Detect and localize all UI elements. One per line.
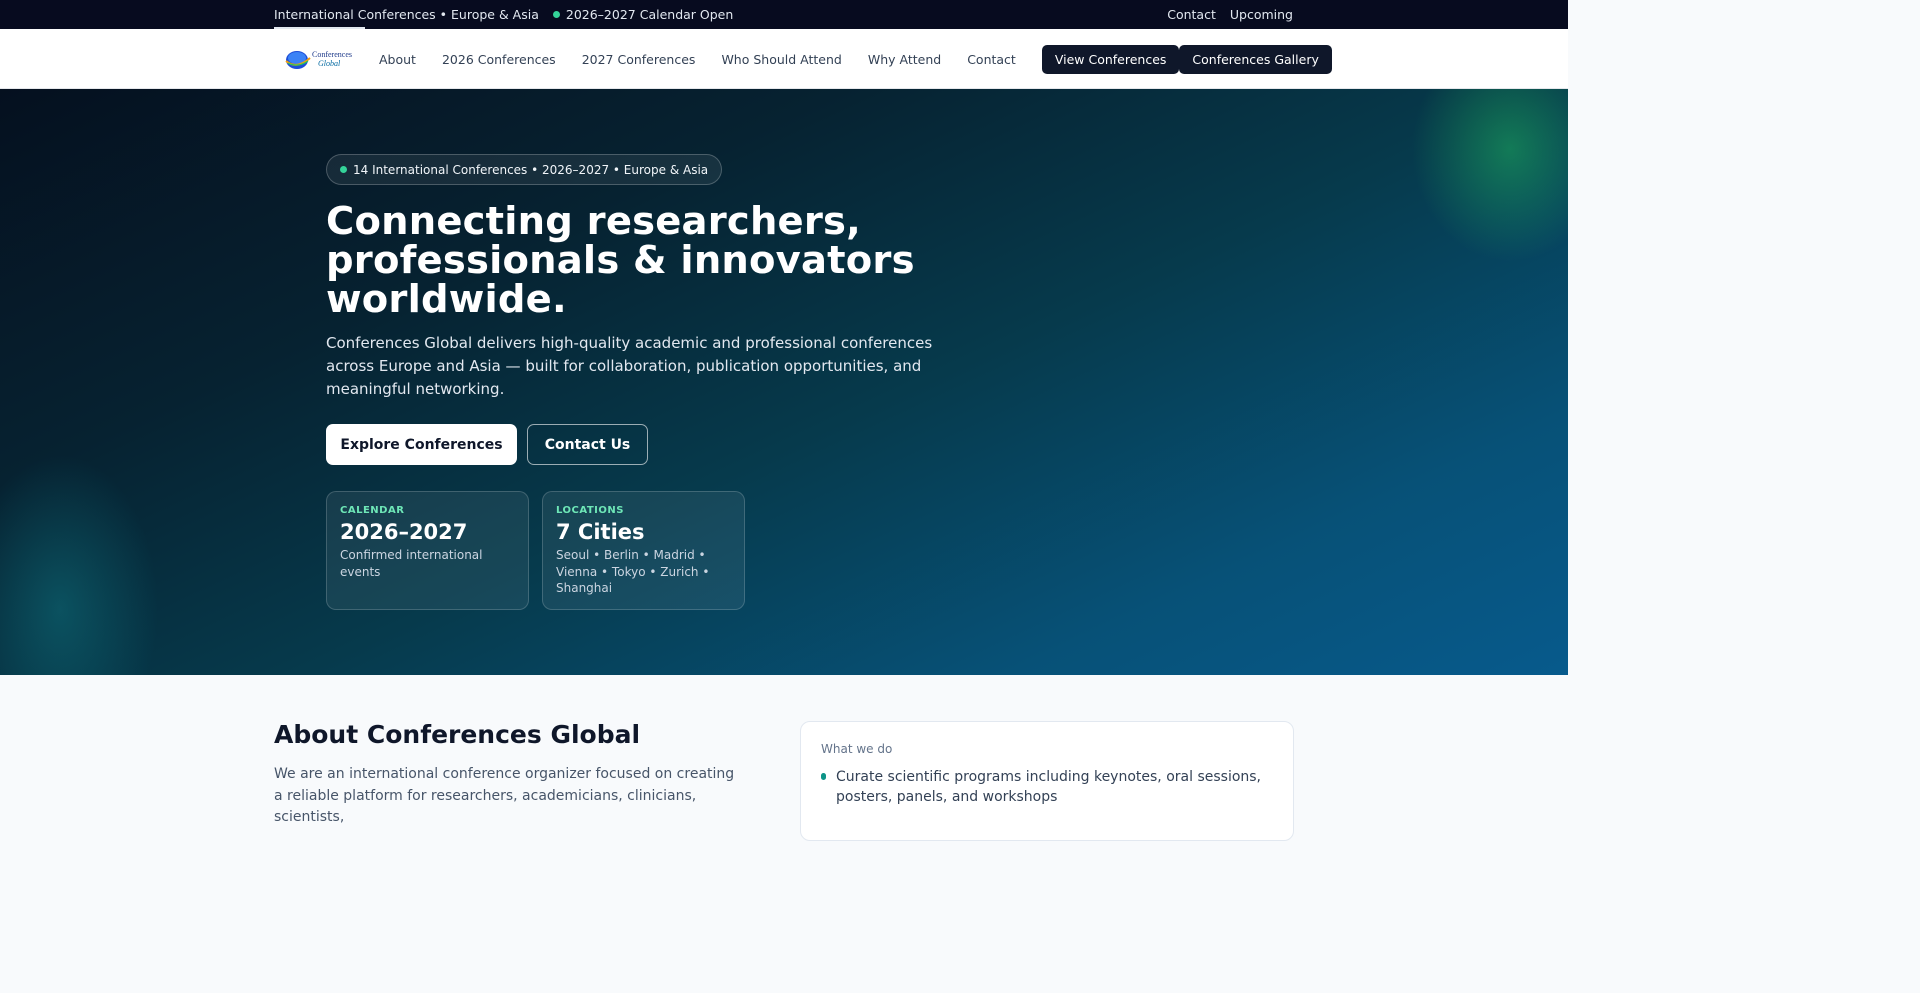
calendar-status: 2026–2027 Calendar Open [552, 7, 734, 22]
nav-link-2027-conferences[interactable]: 2027 Conferences [582, 52, 696, 67]
globe-logo-icon: Conferences Global [285, 50, 352, 69]
status-dot-icon [552, 11, 560, 18]
stat-card-value: 2026–2027 [340, 520, 468, 544]
list-item: Curate scientific programs including key… [821, 767, 1273, 807]
stat-card-label: LOCATIONS [556, 505, 624, 516]
topbar-tagline: International Conferences • Europe & Asi… [274, 0, 539, 29]
panel-title: What we do [821, 742, 893, 756]
site-logo[interactable]: Conferences Global [284, 39, 356, 79]
stat-card-locations: LOCATIONS 7 Cities Seoul • Berlin • Madr… [542, 491, 745, 610]
conferences-gallery-button[interactable]: Conferences Gallery [1179, 44, 1332, 74]
top-announcement-bar: International Conferences • Europe & Asi… [0, 0, 1568, 29]
hero-title: Connecting researchers, professionals & … [326, 202, 966, 319]
topbar-tagline-text: International Conferences • Europe & Asi… [274, 7, 539, 22]
stat-card-description: Confirmed international events [340, 548, 483, 579]
panel-list: Curate scientific programs including key… [821, 767, 1273, 807]
about-paragraph: We are an international conference organ… [274, 766, 735, 825]
hero-section: 14 International Conferences • 2026–2027… [0, 89, 1568, 675]
hero-description: Conferences Global delivers high-quality… [326, 334, 933, 398]
hero-title-line-3: worldwide. [326, 277, 567, 322]
logo-text-top: Conferences [312, 50, 352, 59]
pill-dot-icon [340, 166, 347, 173]
nav-link-why-attend[interactable]: Why Attend [868, 52, 941, 67]
topbar-link-contact[interactable]: Contact [1167, 7, 1216, 22]
hero-pill-text: 14 International Conferences • 2026–2027… [353, 162, 709, 177]
stat-card-description: Seoul • Berlin • Madrid • Vienna • Tokyo… [556, 548, 710, 595]
stat-card-calendar: CALENDAR 2026–2027 Confirmed internation… [326, 491, 529, 610]
nav-link-2026-conferences[interactable]: 2026 Conferences [442, 52, 556, 67]
nav-link-about[interactable]: About [379, 52, 416, 67]
stat-card-value: 7 Cities [556, 520, 645, 544]
view-conferences-button[interactable]: View Conferences [1041, 44, 1180, 74]
nav-link-who-should-attend[interactable]: Who Should Attend [721, 52, 841, 67]
topbar-links: Contact Upcoming [1167, 7, 1293, 22]
nav-links: About 2026 Conferences 2027 Conferences … [379, 52, 1042, 67]
main-navigation: Conferences Global About 2026 Conference… [0, 29, 1568, 89]
explore-conferences-button[interactable]: Explore Conferences [326, 424, 517, 465]
about-title: About Conferences Global [274, 720, 641, 749]
contact-us-button[interactable]: Contact Us [527, 424, 648, 465]
stat-card-label: CALENDAR [340, 505, 405, 516]
calendar-status-text: 2026–2027 Calendar Open [565, 7, 734, 22]
nav-link-contact[interactable]: Contact [967, 52, 1016, 67]
topbar-link-upcoming[interactable]: Upcoming [1230, 7, 1293, 22]
logo-text-bottom: Global [318, 59, 341, 68]
hero-pill-badge: 14 International Conferences • 2026–2027… [326, 154, 723, 185]
what-we-do-panel: What we do Curate scientific programs in… [800, 721, 1294, 841]
